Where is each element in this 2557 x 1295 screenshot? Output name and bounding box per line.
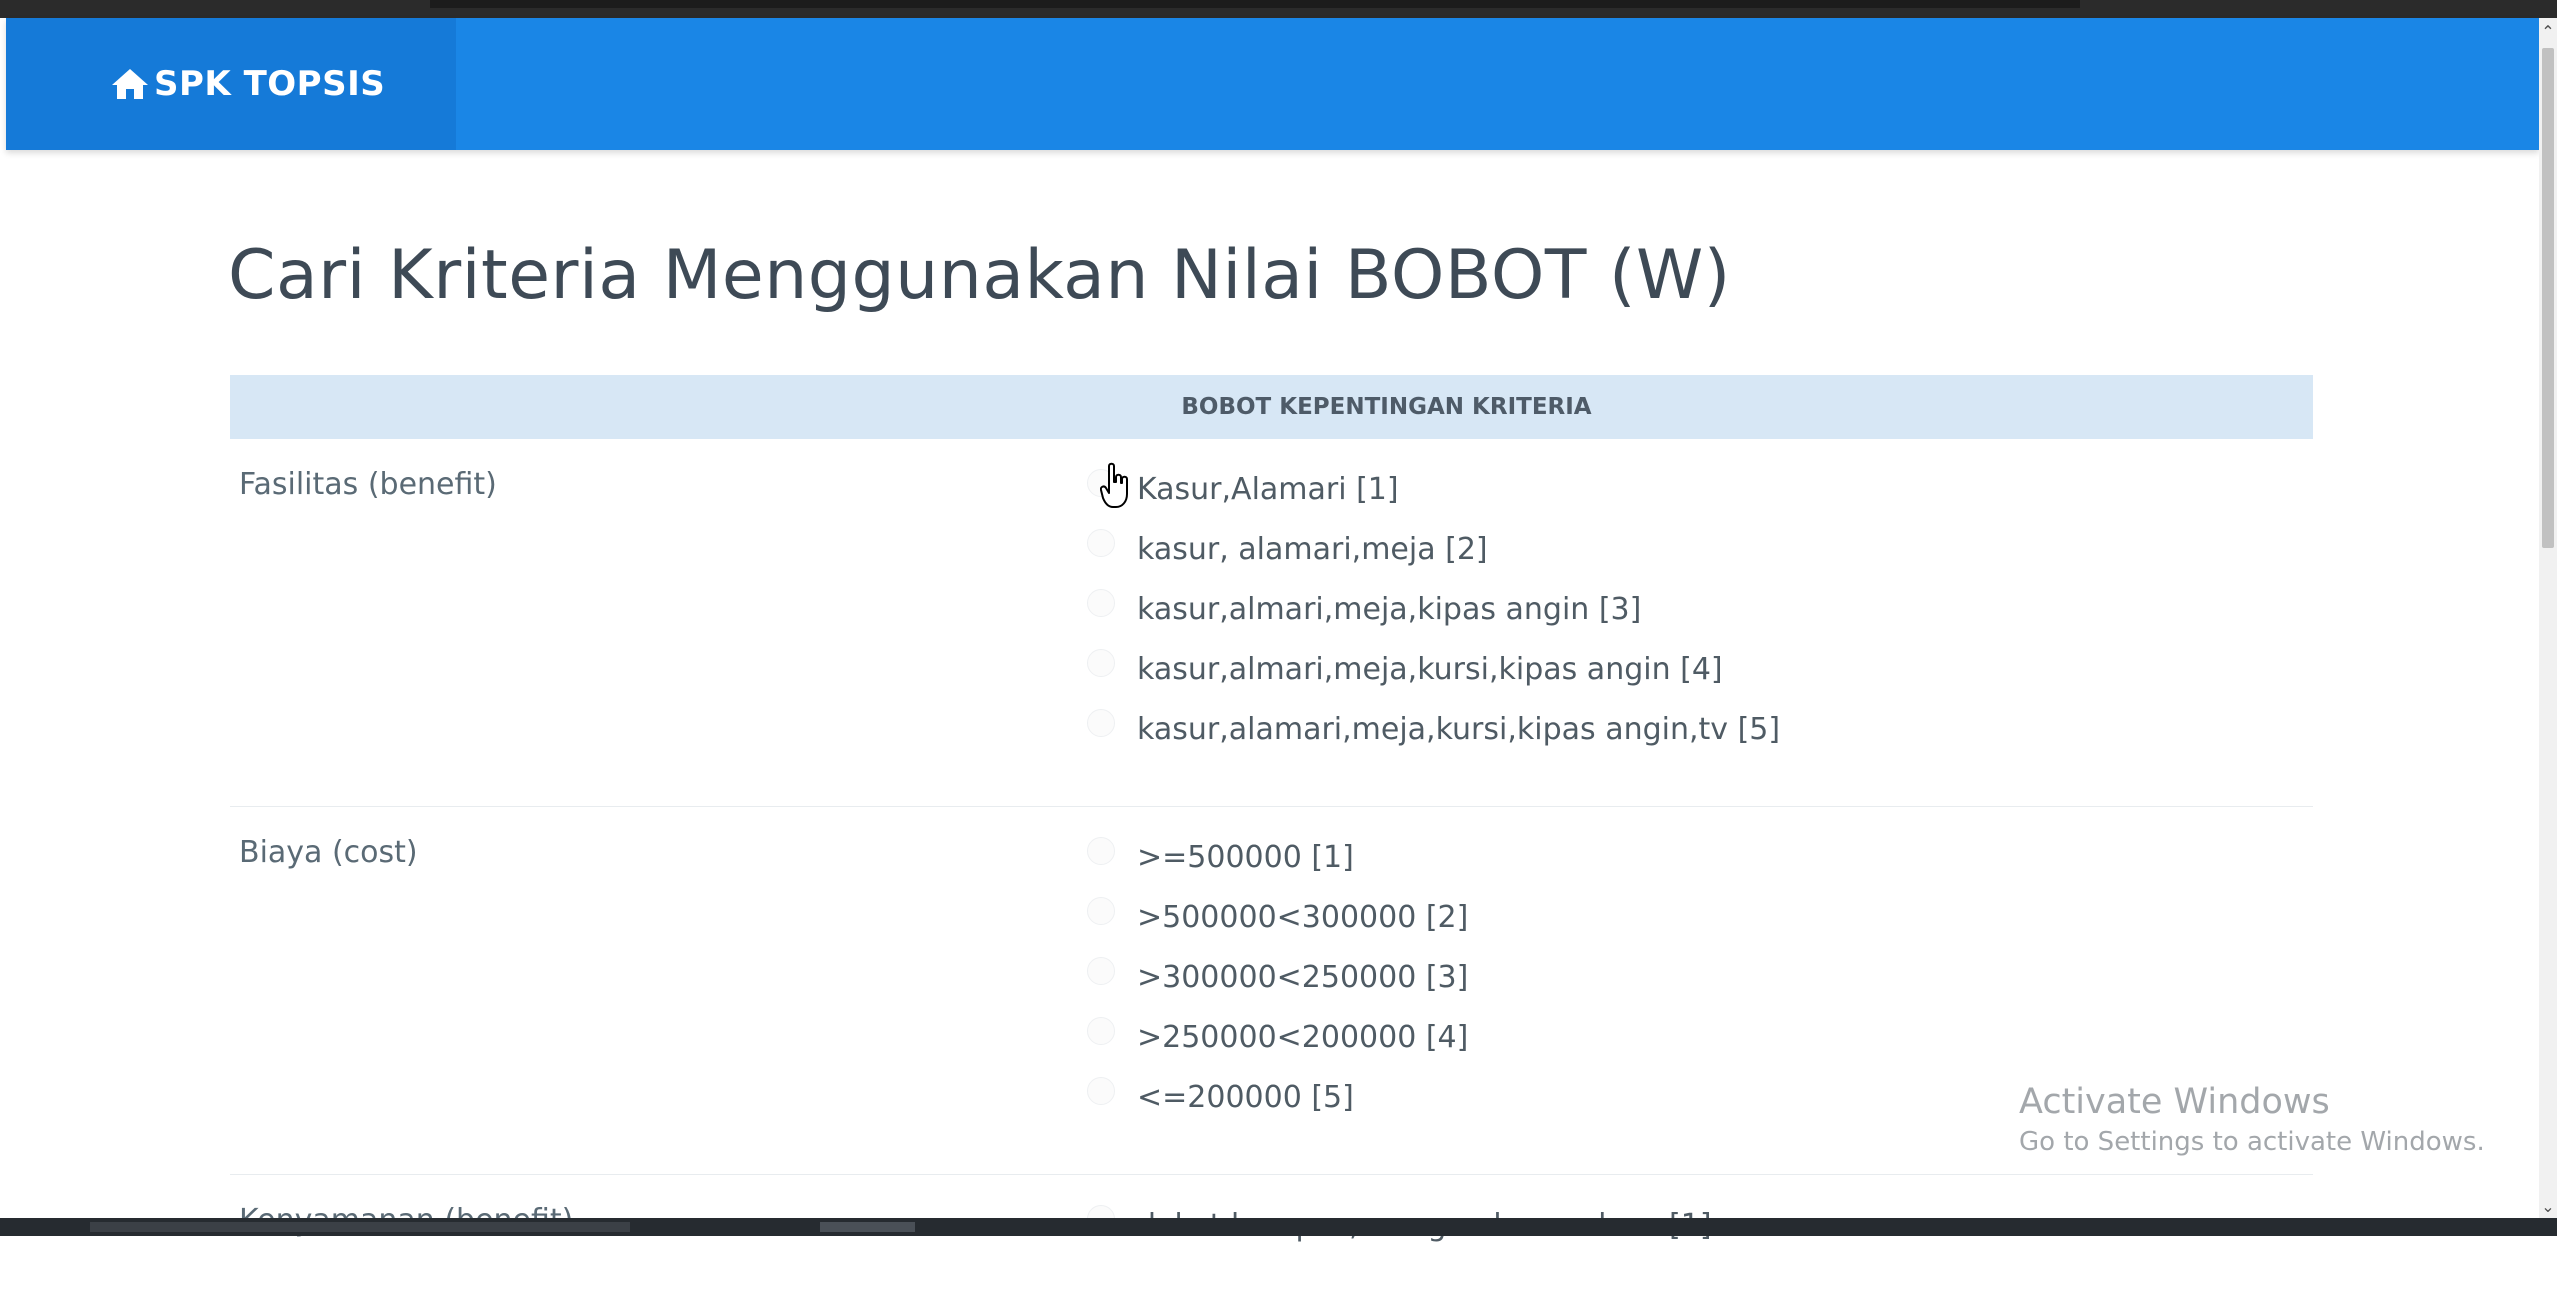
radio-button[interactable]: [1087, 1017, 1115, 1045]
navbar: SPK TOPSIS: [6, 18, 2539, 150]
option-label: kasur,almari,meja,kipas angin [3]: [1137, 591, 1642, 627]
option-group: dekat kampus,ruangan kamar luas [1]: [1087, 1175, 2313, 1255]
radio-button[interactable]: [1087, 1077, 1115, 1105]
criteria-row-biaya: Biaya (cost) >=500000 [1] >500000<300000…: [230, 807, 2313, 1175]
window-top-strip: [0, 0, 2557, 18]
option-group: Kasur,Alamari [1] kasur, alamari,meja [2…: [1087, 439, 2313, 759]
radio-button[interactable]: [1087, 709, 1115, 737]
option-item[interactable]: Kasur,Alamari [1]: [1087, 459, 2313, 519]
brand-link[interactable]: SPK TOPSIS: [6, 18, 456, 150]
taskbar-strip: [0, 1218, 2557, 1236]
option-label: kasur,almari,meja,kursi,kipas angin [4]: [1137, 651, 1723, 687]
scroll-down-icon[interactable]: ⌄: [2539, 1197, 2557, 1216]
criteria-name: Fasilitas (benefit): [239, 467, 497, 502]
option-label: >500000<300000 [2]: [1137, 899, 1469, 935]
home-icon: [112, 69, 148, 99]
option-item[interactable]: >250000<200000 [4]: [1087, 1007, 2313, 1067]
vertical-scrollbar[interactable]: ⌃ ⌄: [2539, 18, 2557, 1218]
criteria-table: BOBOT KEPENTINGAN KRITERIA Fasilitas (be…: [230, 375, 2313, 1295]
brand-name: SPK TOPSIS: [154, 64, 386, 104]
option-item[interactable]: >300000<250000 [3]: [1087, 947, 2313, 1007]
activate-windows-watermark: Activate Windows Go to Settings to activ…: [2019, 1080, 2485, 1160]
radio-button[interactable]: [1087, 897, 1115, 925]
radio-button[interactable]: [1087, 957, 1115, 985]
watermark-title: Activate Windows: [2019, 1082, 2330, 1122]
watermark-subtitle: Go to Settings to activate Windows.: [2019, 1127, 2485, 1157]
option-label: >=500000 [1]: [1137, 839, 1354, 875]
hand-cursor-icon: [1100, 462, 1128, 508]
option-label: >250000<200000 [4]: [1137, 1019, 1469, 1055]
radio-button[interactable]: [1087, 649, 1115, 677]
option-item[interactable]: kasur, alamari,meja [2]: [1087, 519, 2313, 579]
radio-button[interactable]: [1087, 837, 1115, 865]
taskbar-segment: [820, 1222, 915, 1232]
window-top-inner: [430, 0, 2080, 8]
criteria-name: Biaya (cost): [239, 835, 418, 870]
option-label: kasur,alamari,meja,kursi,kipas angin,tv …: [1137, 711, 1781, 747]
page-title: Cari Kriteria Menggunakan Nilai BOBOT (W…: [228, 236, 1731, 315]
scroll-up-icon[interactable]: ⌃: [2539, 22, 2557, 41]
option-group: >=500000 [1] >500000<300000 [2] >300000<…: [1087, 807, 2313, 1127]
option-item[interactable]: kasur,alamari,meja,kursi,kipas angin,tv …: [1087, 699, 2313, 759]
scrollbar-thumb[interactable]: [2542, 48, 2554, 548]
option-item[interactable]: >500000<300000 [2]: [1087, 887, 2313, 947]
option-item[interactable]: kasur,almari,meja,kursi,kipas angin [4]: [1087, 639, 2313, 699]
option-item[interactable]: >=500000 [1]: [1087, 827, 2313, 887]
option-label: <=200000 [5]: [1137, 1079, 1354, 1115]
criteria-row-fasilitas: Fasilitas (benefit) Kasur,Alamari [1] ka…: [230, 439, 2313, 807]
option-label: kasur, alamari,meja [2]: [1137, 531, 1488, 567]
taskbar-segment: [90, 1222, 630, 1232]
option-label: Kasur,Alamari [1]: [1137, 471, 1399, 507]
option-item[interactable]: kasur,almari,meja,kipas angin [3]: [1087, 579, 2313, 639]
table-header: BOBOT KEPENTINGAN KRITERIA: [230, 375, 2313, 439]
radio-button[interactable]: [1087, 589, 1115, 617]
radio-button[interactable]: [1087, 529, 1115, 557]
option-label: >300000<250000 [3]: [1137, 959, 1469, 995]
